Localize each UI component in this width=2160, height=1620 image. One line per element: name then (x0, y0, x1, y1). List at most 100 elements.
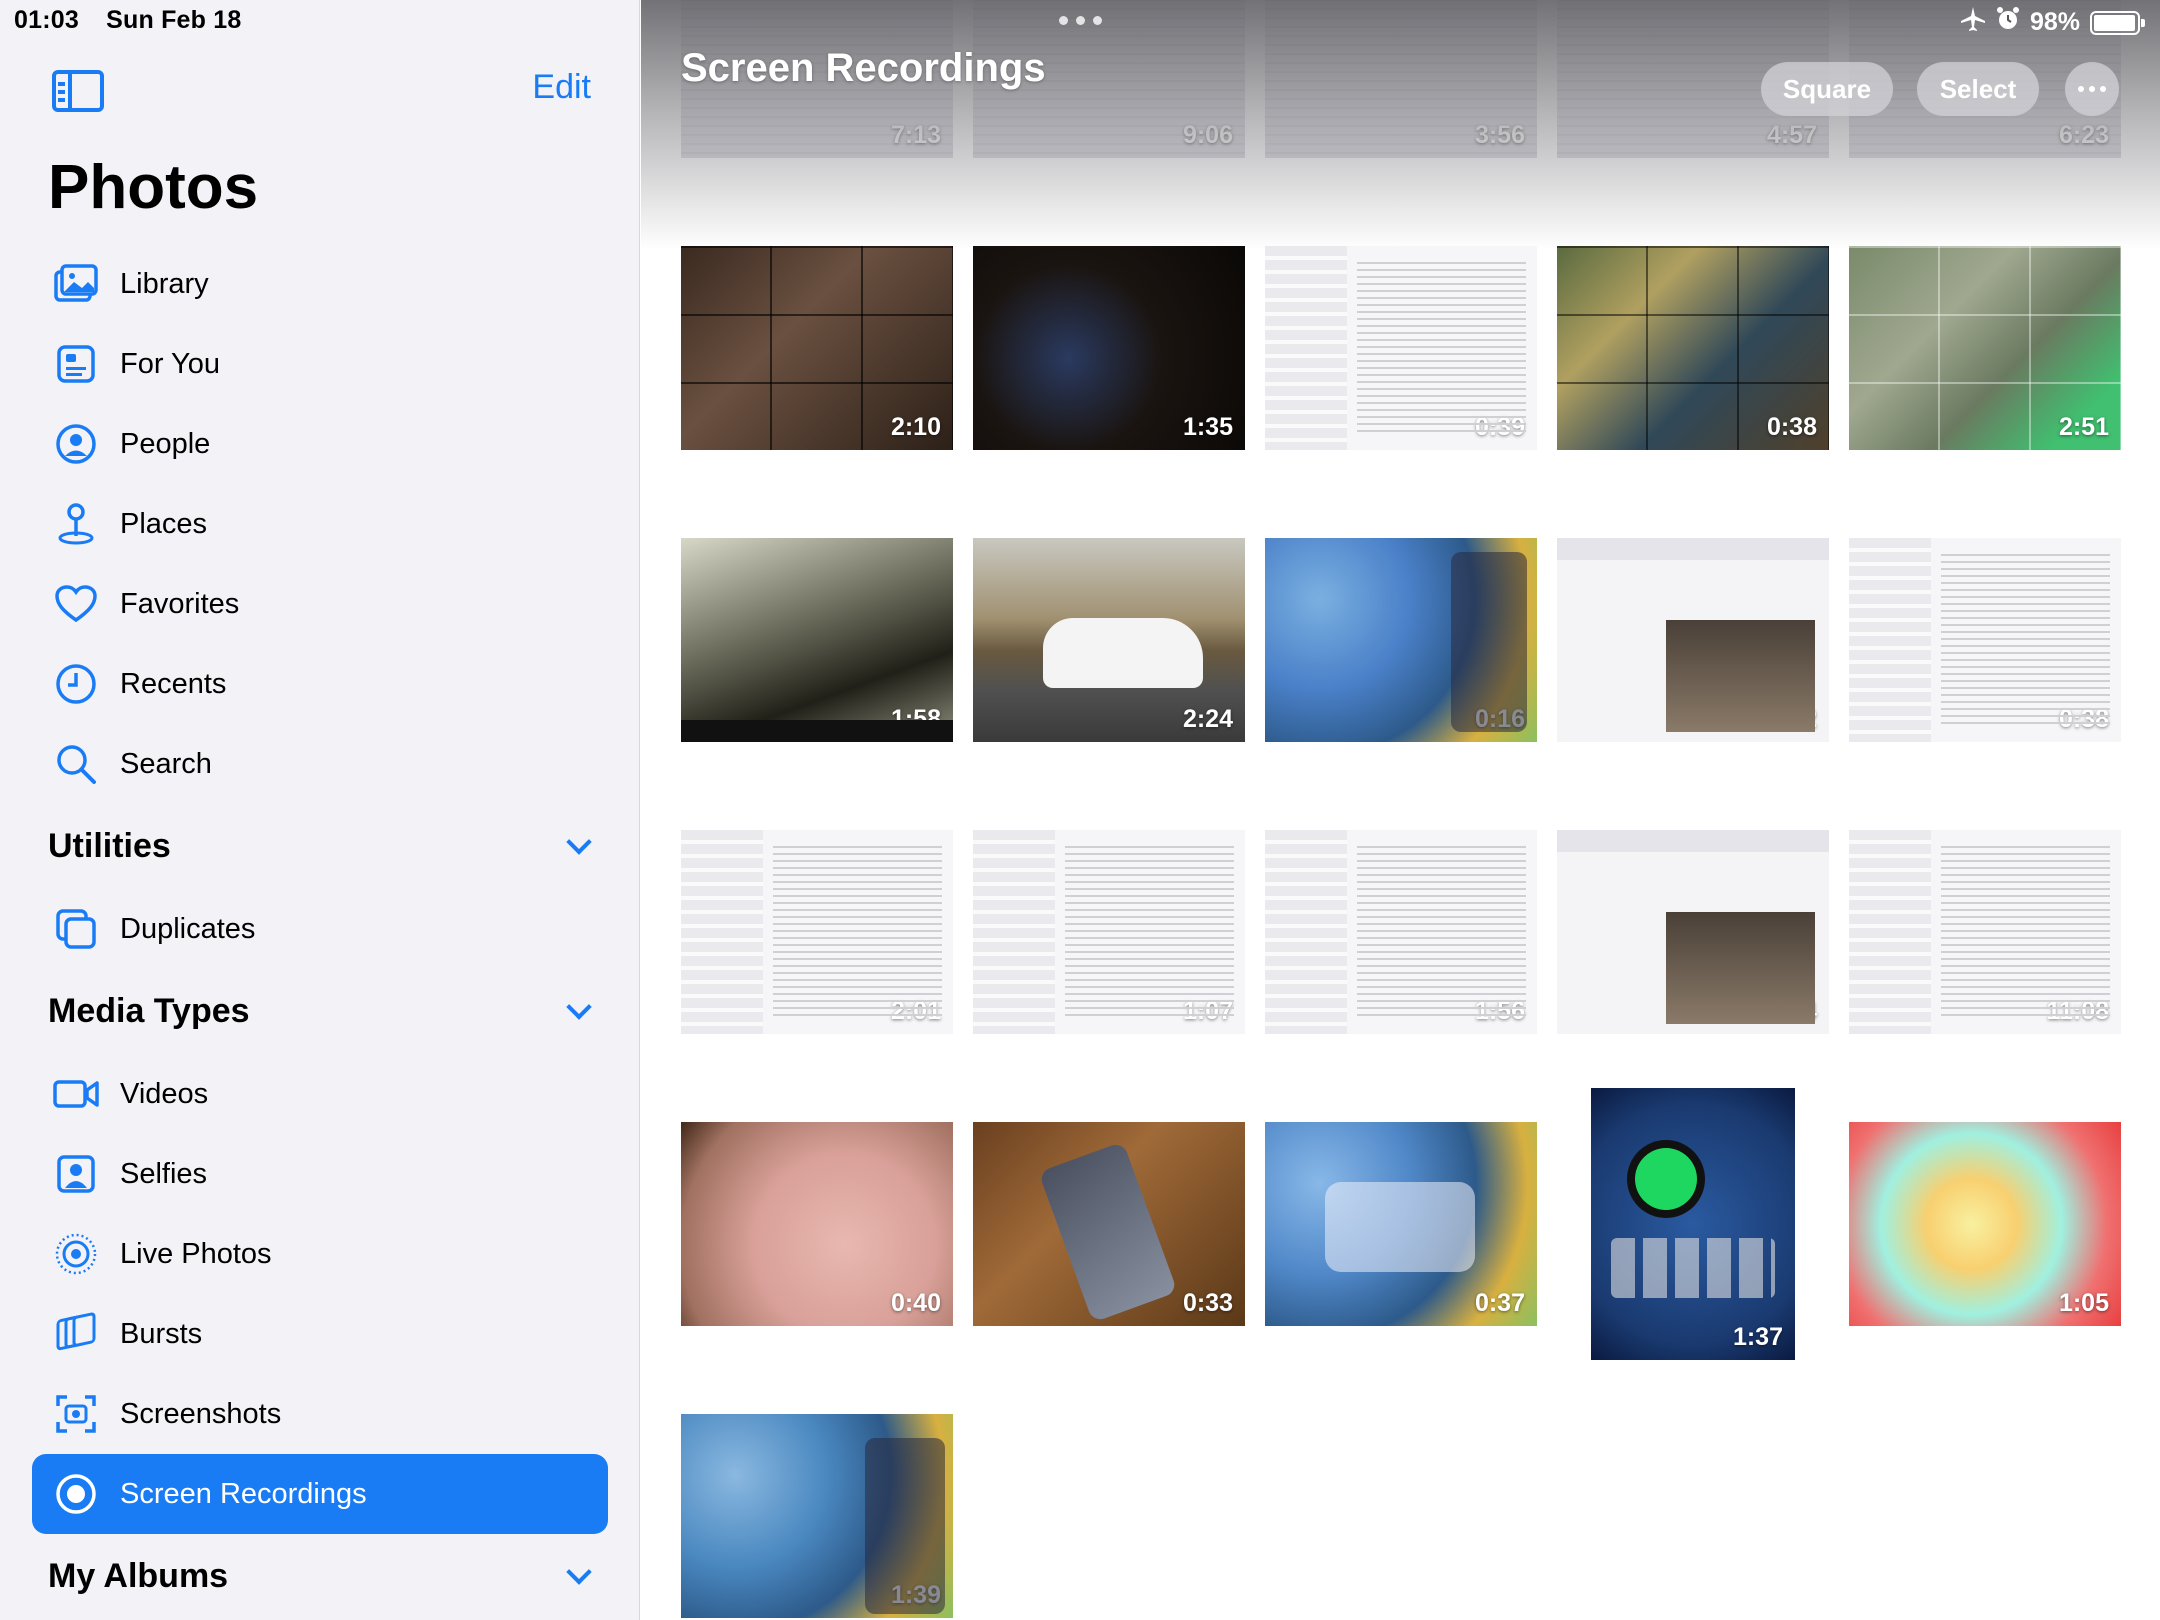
sidebar-item-selfies[interactable]: Selfies (32, 1134, 608, 1214)
video-duration: 28:44 (1753, 997, 1817, 1025)
video-thumbnail[interactable]: 1:58 (681, 538, 953, 742)
sidebar-item-screenshots[interactable]: Screenshots (32, 1374, 608, 1454)
photo-stack-icon (36, 244, 116, 324)
chevron-down-icon[interactable] (566, 1559, 592, 1585)
live-photo-icon (36, 1214, 116, 1294)
select-button[interactable]: Select (1917, 62, 2039, 116)
page-title: Screen Recordings (681, 46, 1046, 90)
edit-button[interactable]: Edit (532, 68, 591, 107)
video-duration: 0:33 (1182, 1289, 1233, 1317)
video-duration: 0:39 (1474, 413, 1525, 441)
video-thumbnail[interactable]: 1:37 (1591, 1088, 1795, 1360)
sidebar-item-label: People (120, 427, 211, 460)
more-options-button[interactable] (2065, 62, 2119, 116)
video-thumbnail[interactable]: 3:56 (1265, 0, 1537, 158)
alarm-icon (1996, 6, 2020, 39)
airplane-icon (1960, 6, 1986, 39)
screen-record-icon (36, 1454, 116, 1534)
sidebar-item-videos[interactable]: Videos (32, 1054, 608, 1134)
section-label: Utilities (48, 826, 171, 865)
sidebar-item-label: Bursts (120, 1317, 203, 1350)
sidebar-item-label: Places (120, 507, 208, 540)
video-thumbnail[interactable]: 1:07 (973, 830, 1245, 1034)
video-duration: 4:57 (1766, 121, 1817, 149)
video-thumbnail[interactable]: 1:05 (1849, 1122, 2121, 1326)
video-thumbnail[interactable]: 2:51 (1849, 246, 2121, 450)
sidebar-item-search[interactable]: Search (32, 724, 608, 804)
burst-icon (36, 1294, 116, 1374)
chevron-down-icon[interactable] (566, 994, 592, 1020)
chevron-down-icon[interactable] (566, 829, 592, 855)
duplicate-icon (36, 889, 116, 969)
video-duration: 1:56 (1474, 997, 1525, 1025)
video-duration: 1:37 (1732, 1323, 1783, 1351)
sidebar-item-label: Videos (120, 1077, 209, 1110)
sidebar-item-label: Screenshots (120, 1397, 282, 1430)
sidebar-item-people[interactable]: People (32, 404, 608, 484)
sidebar-item-for-you[interactable]: For You (32, 324, 608, 404)
video-thumbnail[interactable]: 2:24 (973, 538, 1245, 742)
video-duration: 2:10 (890, 413, 941, 441)
video-duration: 0:16 (1474, 705, 1525, 733)
clock-icon (36, 644, 116, 724)
battery-percent: 98% (2029, 8, 2080, 36)
sidebar-item-places[interactable]: Places (32, 484, 608, 564)
video-thumbnail[interactable]: 0:39 (1265, 246, 1537, 450)
video-duration: 1:39 (890, 1581, 941, 1609)
sidebar-item-label: For You (120, 347, 220, 380)
video-duration: 2:01 (890, 997, 941, 1025)
video-thumbnail[interactable]: 1:39 (681, 1414, 953, 1618)
main-content: 7:13 9:06 3:56 4:57 6:23 Screen Recordin… (641, 0, 2160, 1620)
sidebar-item-label: Favorites (120, 587, 240, 620)
section-my-albums[interactable]: My Albums (48, 1546, 608, 1606)
status-date: Sun Feb 18 (106, 6, 242, 34)
video-thumbnail[interactable]: 0:38 (1849, 538, 2121, 742)
video-thumbnail[interactable]: 0:40 (681, 1122, 953, 1326)
video-thumbnail[interactable]: 0:38 (1557, 246, 1829, 450)
sidebar-item-favorites[interactable]: Favorites (32, 564, 608, 644)
video-thumbnail[interactable]: 0:16 (1265, 538, 1537, 742)
status-bar-left: 01:03 Sun Feb 18 (14, 6, 261, 35)
video-thumbnail[interactable]: 0:33 (973, 1122, 1245, 1326)
sidebar-item-recents[interactable]: Recents (32, 644, 608, 724)
multitasking-dots[interactable] (1059, 16, 1102, 25)
section-utilities[interactable]: Utilities (48, 816, 608, 876)
video-duration: 1:35 (1182, 413, 1233, 441)
sidebar-item-library[interactable]: Library (32, 244, 608, 324)
sidebar-item-label: Screen Recordings (120, 1477, 367, 1510)
video-thumbnail[interactable]: 28:44 (1557, 830, 1829, 1034)
video-duration: 0:38 (1766, 413, 1817, 441)
video-thumbnail[interactable]: 0:37 (1265, 1122, 1537, 1326)
sidebar-item-bursts[interactable]: Bursts (32, 1294, 608, 1374)
status-time: 01:03 (14, 6, 79, 34)
screenshot-icon (36, 1374, 116, 1454)
video-duration: 9:06 (1182, 121, 1233, 149)
video-icon (36, 1054, 116, 1134)
selfie-icon (36, 1134, 116, 1214)
map-pin-icon (36, 484, 116, 564)
video-thumbnail[interactable]: 2:10 (681, 246, 953, 450)
video-duration: 2:24 (1182, 705, 1233, 733)
sidebar-item-duplicates[interactable]: Duplicates (32, 889, 608, 969)
section-media-types[interactable]: Media Types (48, 981, 608, 1041)
video-duration: 0:37 (1474, 1289, 1525, 1317)
video-thumbnail[interactable]: 1:35 (973, 246, 1245, 450)
video-thumbnail[interactable]: 11:08 (1849, 830, 2121, 1034)
video-duration: 1:05 (2058, 1289, 2109, 1317)
sidebar-item-label: Library (120, 267, 209, 300)
video-thumbnail[interactable]: 7:22 (1557, 538, 1829, 742)
person-circle-icon (36, 404, 116, 484)
sidebar-toggle-icon[interactable] (52, 70, 104, 112)
for-you-icon (36, 324, 116, 404)
video-duration: 6:23 (2058, 121, 2109, 149)
video-thumbnail[interactable]: 1:56 (1265, 830, 1537, 1034)
section-label: Media Types (48, 991, 250, 1030)
video-thumbnail[interactable]: 2:01 (681, 830, 953, 1034)
sidebar-item-live-photos[interactable]: Live Photos (32, 1214, 608, 1294)
video-duration: 7:13 (890, 121, 941, 149)
square-button[interactable]: Square (1761, 62, 1893, 116)
video-duration: 0:38 (2058, 705, 2109, 733)
video-duration: 11:08 (2046, 997, 2109, 1025)
sidebar-item-screen-recordings[interactable]: Screen Recordings (32, 1454, 608, 1534)
magnifier-icon (36, 724, 116, 804)
